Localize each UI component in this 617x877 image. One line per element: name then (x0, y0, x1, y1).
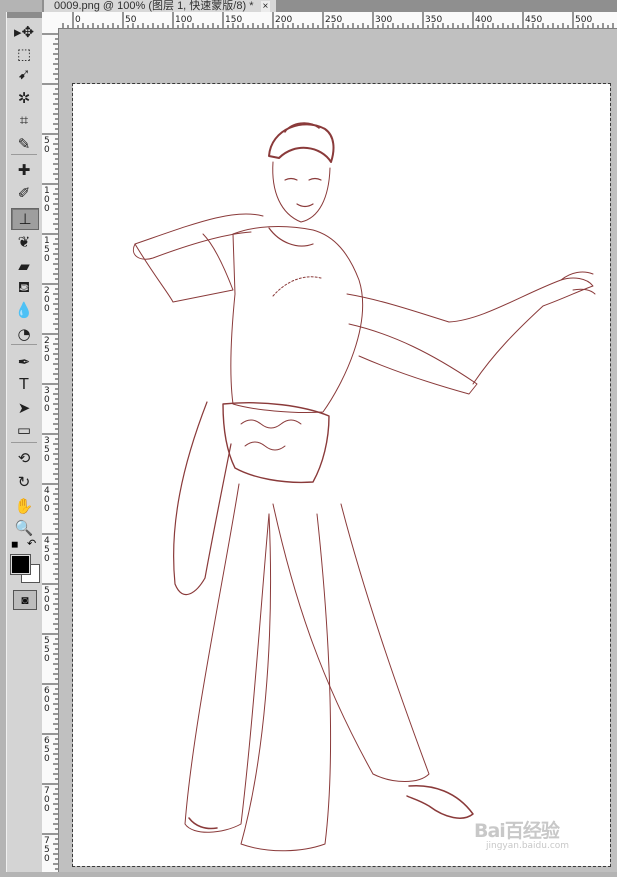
sketch-collar (268, 227, 314, 247)
horizontal-ruler[interactable]: 050100150200250300350400450500550 (58, 12, 617, 29)
rectangle-tool-icon[interactable]: ▭ (11, 420, 37, 440)
close-icon[interactable]: × (260, 1, 271, 12)
sketch-belt-detail (240, 419, 302, 451)
magic-wand-tool-icon[interactable]: ✲ (11, 88, 37, 108)
sketch-blouse (230, 226, 364, 414)
ruler-label: 350 (44, 436, 50, 464)
sketch-right-sleeve (348, 323, 478, 395)
document-tab-bar: 0009.png @ 100% (图层 1, 快速蒙版/8) * × (42, 0, 617, 12)
ruler-label: 350 (425, 15, 442, 25)
ruler-label: 50 (125, 15, 137, 25)
watermark-url: jingyan.baidu.com (486, 841, 570, 851)
ruler-label: 750 (44, 836, 50, 864)
eyedropper-tool-icon[interactable]: ✎ (11, 134, 37, 154)
ruler-label: 250 (44, 336, 50, 364)
sketch-left-arm (133, 213, 264, 260)
pen-tool-icon[interactable]: ✒ (11, 352, 37, 372)
watermark-logo: Bai百经验 (474, 820, 560, 842)
ruler-label: 500 (44, 586, 50, 614)
hand-tool-icon[interactable]: ✋ (11, 496, 37, 516)
swap-colors-icon[interactable]: ↶ (27, 537, 36, 550)
ruler-label: 100 (175, 15, 192, 25)
sketch-face (272, 161, 331, 223)
vertical-ruler[interactable]: 50 100 150 200 250 300 350 400 450 500 550 600 650 70… (42, 28, 59, 872)
sketch-artwork (133, 122, 596, 852)
history-brush-tool-icon[interactable]: ❦ (11, 232, 37, 252)
sketch-drape (173, 401, 232, 596)
sketch-eyes (284, 177, 322, 181)
ruler-label: 450 (44, 536, 50, 564)
document-tab-title: 0009.png @ 100% (图层 1, 快速蒙版/8) * (54, 0, 254, 12)
ruler-label: 300 (375, 15, 392, 25)
ruler-label: 500 (575, 15, 592, 25)
ruler-origin[interactable] (42, 12, 59, 29)
ruler-label: 250 (325, 15, 342, 25)
paint-bucket-tool-icon[interactable]: ⛾ (11, 278, 37, 298)
tools-panel-grip[interactable] (7, 12, 43, 18)
brush-tool-icon[interactable]: ✐ (11, 183, 37, 203)
ruler-label: 150 (44, 236, 50, 264)
sketch-left-sleeve (134, 233, 234, 303)
sketch-right-trouser (272, 503, 430, 782)
ruler-label: 100 (44, 186, 50, 214)
tools-separator (11, 442, 37, 443)
path-selection-tool-icon[interactable]: ➤ (11, 398, 37, 418)
sketch-right-foot (406, 784, 474, 819)
document-tab[interactable]: 0009.png @ 100% (图层 1, 快速蒙版/8) * × (44, 0, 277, 12)
crop-tool-icon[interactable]: ⌗ (11, 110, 37, 130)
eraser-tool-icon[interactable]: ▰ (11, 256, 37, 276)
vertical-ruler-ticks: 5 0 1 0 0 1 5 0 2 0 0 2 5 0 3 0 0 3 5 0 4 0 0 4 5 0 5 0 0 5 5 0 6 0 0 6 5 0 7 0… (42, 33, 58, 870)
sketch-right-arm (346, 277, 594, 385)
horizontal-ruler-ticks: 050100150200250300350400450500550 (62, 12, 614, 28)
tools-separator (11, 154, 37, 155)
type-tool-icon[interactable]: T (11, 374, 37, 394)
clone-stamp-tool-icon[interactable]: ⊥ (11, 208, 39, 230)
ruler-label: 150 (225, 15, 242, 25)
sketch-center-panel (240, 513, 332, 852)
ruler-label: 50 (44, 136, 50, 155)
tools-separator (11, 344, 37, 345)
healing-brush-tool-icon[interactable]: ✚ (11, 160, 37, 180)
ruler-label: 200 (44, 286, 50, 314)
ruler-label: 0 (75, 15, 81, 25)
3d-orbit-tool-icon[interactable]: ↻ (11, 472, 37, 492)
sketch-belt (222, 402, 330, 484)
ruler-label: 450 (525, 15, 542, 25)
ruler-label: 600 (44, 686, 50, 714)
sketch-left-trouser (184, 483, 270, 833)
ruler-label: 550 (44, 636, 50, 664)
quick-mask-icon[interactable]: ◙ (13, 590, 37, 610)
ruler-label: 400 (475, 15, 492, 25)
default-colors-icon[interactable]: ◼ (11, 539, 18, 550)
lasso-tool-icon[interactable]: ➹ (11, 64, 37, 84)
ruler-label: 300 (44, 386, 50, 414)
marquee-tool-icon[interactable]: ⬚ (11, 44, 37, 64)
ruler-label: 700 (44, 786, 50, 814)
sketch-hair (268, 123, 335, 163)
sketch-buttons (272, 276, 322, 297)
ruler-label: 650 (44, 736, 50, 764)
move-tool-icon[interactable]: ▸✥ (11, 22, 37, 42)
foreground-color-swatch[interactable] (10, 554, 31, 575)
dodge-tool-icon[interactable]: ◔ (11, 324, 37, 344)
sketch-mouth (296, 203, 314, 208)
tools-panel: ▸✥ ⬚ ➹ ✲ ⌗ ✎ ✚ ✐ ⊥ ❦ ▰ ⛾ 💧 ◔ ✒ T ➤ ▭ ⟲ ↻ ✋ 🔍 ◼ ↶ ◙ (6, 12, 44, 872)
blur-tool-icon[interactable]: 💧 (11, 300, 37, 320)
document-canvas[interactable] (72, 83, 611, 867)
ruler-label: 400 (44, 486, 50, 514)
ruler-label: 200 (275, 15, 292, 25)
sketch-left-foot (188, 817, 218, 830)
3d-rotate-tool-icon[interactable]: ⟲ (11, 448, 37, 468)
zoom-tool-icon[interactable]: 🔍 (11, 518, 37, 538)
